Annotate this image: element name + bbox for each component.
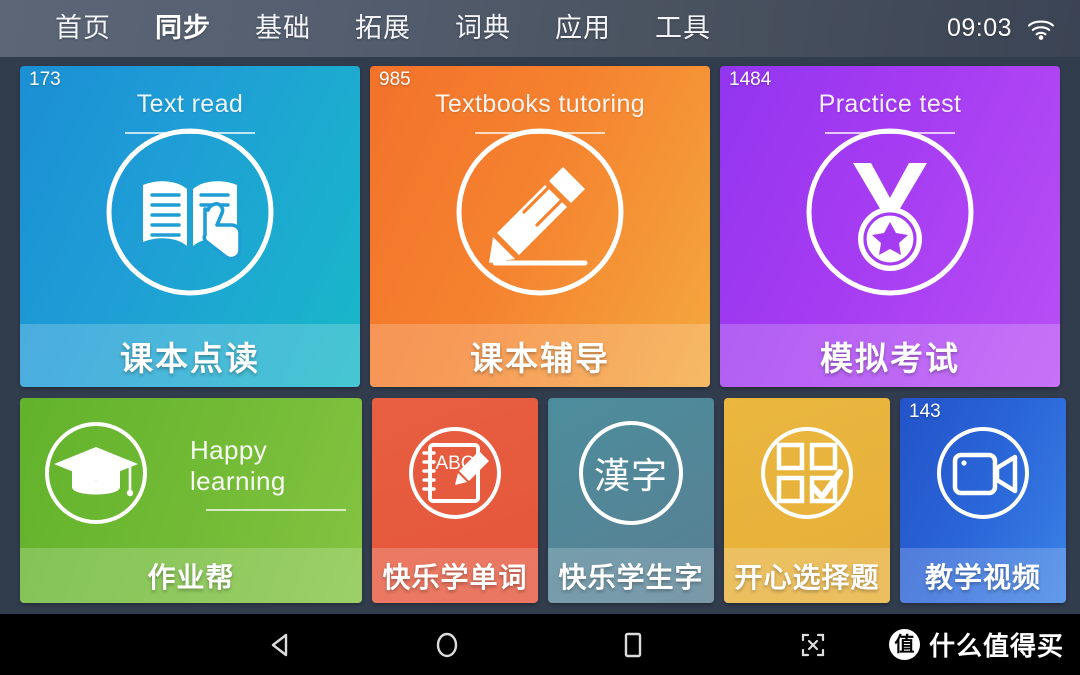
graduation-cap-icon bbox=[42, 419, 150, 527]
category-nav: 首页 同步 基础 拓展 词典 应用 工具 bbox=[0, 15, 733, 42]
wifi-icon bbox=[1026, 17, 1056, 41]
nav-item-basic[interactable]: 基础 bbox=[233, 15, 333, 42]
tile-label-bar: 课本点读 bbox=[20, 324, 360, 387]
divider-rule bbox=[206, 509, 346, 511]
tile-english-header: Practice test bbox=[720, 90, 1060, 134]
tile-multiple-choice[interactable]: 开心选择题 bbox=[724, 398, 890, 603]
tile-english-label: Practice test bbox=[818, 90, 962, 118]
nav-item-dictionary[interactable]: 词典 bbox=[433, 15, 533, 42]
tile-body bbox=[724, 398, 890, 548]
tile-body: Text read bbox=[20, 66, 360, 324]
tile-chinese-label: 开心选择题 bbox=[734, 561, 880, 593]
book-touch-icon bbox=[101, 123, 279, 301]
nav-item-tools[interactable]: 工具 bbox=[633, 15, 733, 42]
status-area: 09:03 bbox=[947, 14, 1080, 43]
tile-text-read[interactable]: 173 Text read 课本点读 bbox=[20, 66, 360, 387]
tile-label-bar: 开心选择题 bbox=[724, 548, 890, 603]
tile-homework-help[interactable]: Happy learning 作业帮 bbox=[20, 398, 362, 603]
tile-label-bar: 快乐学单词 bbox=[372, 548, 538, 603]
nav-item-sync[interactable]: 同步 bbox=[133, 15, 233, 42]
tile-chinese-label: 教学视频 bbox=[924, 561, 1041, 593]
hanzi-icon-text: 漢字 bbox=[593, 456, 668, 496]
tile-chinese-label: 课本点读 bbox=[120, 339, 260, 377]
tile-label-bar: 模拟考试 bbox=[720, 324, 1060, 387]
tile-badge-count: 985 bbox=[379, 69, 411, 90]
tile-row-primary: 173 Text read 课本点读 985 Textbooks tutorin… bbox=[20, 66, 1060, 387]
tile-english-header: Textbooks tutoring bbox=[370, 90, 710, 134]
nav-item-home[interactable]: 首页 bbox=[33, 15, 133, 42]
divider-rule bbox=[125, 132, 255, 134]
watermark-text: 什么值得买 bbox=[928, 631, 1064, 661]
medal-icon bbox=[801, 123, 979, 301]
tile-body: Happy learning bbox=[20, 398, 362, 548]
pencil-icon bbox=[451, 123, 629, 301]
abc-notebook-icon: ABC bbox=[403, 421, 507, 525]
back-triangle-icon[interactable] bbox=[245, 614, 315, 675]
nav-item-apps[interactable]: 应用 bbox=[533, 15, 633, 42]
watermark: 值 什么值得买 bbox=[888, 626, 1064, 663]
hanzi-icon: 漢字 bbox=[579, 421, 683, 525]
nav-item-extend[interactable]: 拓展 bbox=[333, 15, 433, 42]
tile-chinese-label: 课本辅导 bbox=[470, 339, 610, 377]
tile-body: Textbooks tutoring bbox=[370, 66, 710, 324]
tile-label-bar: 作业帮 bbox=[20, 548, 362, 603]
tile-chinese-label: 作业帮 bbox=[147, 561, 235, 593]
checkbox-grid-icon bbox=[755, 421, 859, 525]
tile-body: ABC bbox=[372, 398, 538, 548]
tile-label-bar: 课本辅导 bbox=[370, 324, 710, 387]
watermark-logo: 值 bbox=[888, 629, 920, 660]
screenshot-icon[interactable] bbox=[778, 614, 848, 675]
android-navigation-bar: 值 什么值得买 bbox=[0, 614, 1080, 675]
tile-chinese-label: 模拟考试 bbox=[820, 339, 960, 377]
tile-english-header: Text read bbox=[20, 90, 360, 134]
tile-textbook-tutoring[interactable]: 985 Textbooks tutoring 课本辅导 bbox=[370, 66, 710, 387]
tile-english-label: Textbooks tutoring bbox=[434, 90, 646, 118]
tile-chinese-label: 快乐学生字 bbox=[558, 561, 704, 593]
tile-happy-words[interactable]: ABC 快乐学单词 bbox=[372, 398, 538, 603]
tile-practice-test[interactable]: 1484 Practice test 模拟考试 bbox=[720, 66, 1060, 387]
tile-badge-count: 143 bbox=[909, 401, 941, 422]
tile-label-bar: 快乐学生字 bbox=[548, 548, 714, 603]
home-circle-icon[interactable] bbox=[412, 614, 482, 675]
divider-rule bbox=[475, 132, 605, 134]
tile-row-secondary: Happy learning 作业帮 ABC 快乐学单词 漢字 快乐学生字 开心… bbox=[20, 398, 1066, 603]
tile-english-header: Happy learning bbox=[190, 435, 362, 511]
divider-rule bbox=[825, 132, 955, 134]
tile-body: Practice test bbox=[720, 66, 1060, 324]
top-navigation-bar: 首页 同步 基础 拓展 词典 应用 工具 09:03 bbox=[0, 0, 1080, 57]
video-camera-icon bbox=[931, 421, 1035, 525]
tile-english-label: Text read bbox=[136, 90, 244, 118]
tile-label-bar: 教学视频 bbox=[900, 548, 1066, 603]
tile-happy-characters[interactable]: 漢字 快乐学生字 bbox=[548, 398, 714, 603]
tile-badge-count: 1484 bbox=[729, 69, 772, 90]
tile-body: 漢字 bbox=[548, 398, 714, 548]
tile-english-label: Happy learning bbox=[190, 435, 286, 496]
status-clock: 09:03 bbox=[946, 14, 1012, 42]
tile-grid: 173 Text read 课本点读 985 Textbooks tutorin… bbox=[0, 57, 1080, 614]
recents-square-icon[interactable] bbox=[598, 614, 668, 675]
tile-chinese-label: 快乐学单词 bbox=[382, 561, 528, 593]
tile-teaching-video[interactable]: 143 教学视频 bbox=[900, 398, 1066, 603]
tile-badge-count: 173 bbox=[29, 69, 61, 90]
device-screen: 首页 同步 基础 拓展 词典 应用 工具 09:03 173 Text read… bbox=[0, 0, 1080, 675]
